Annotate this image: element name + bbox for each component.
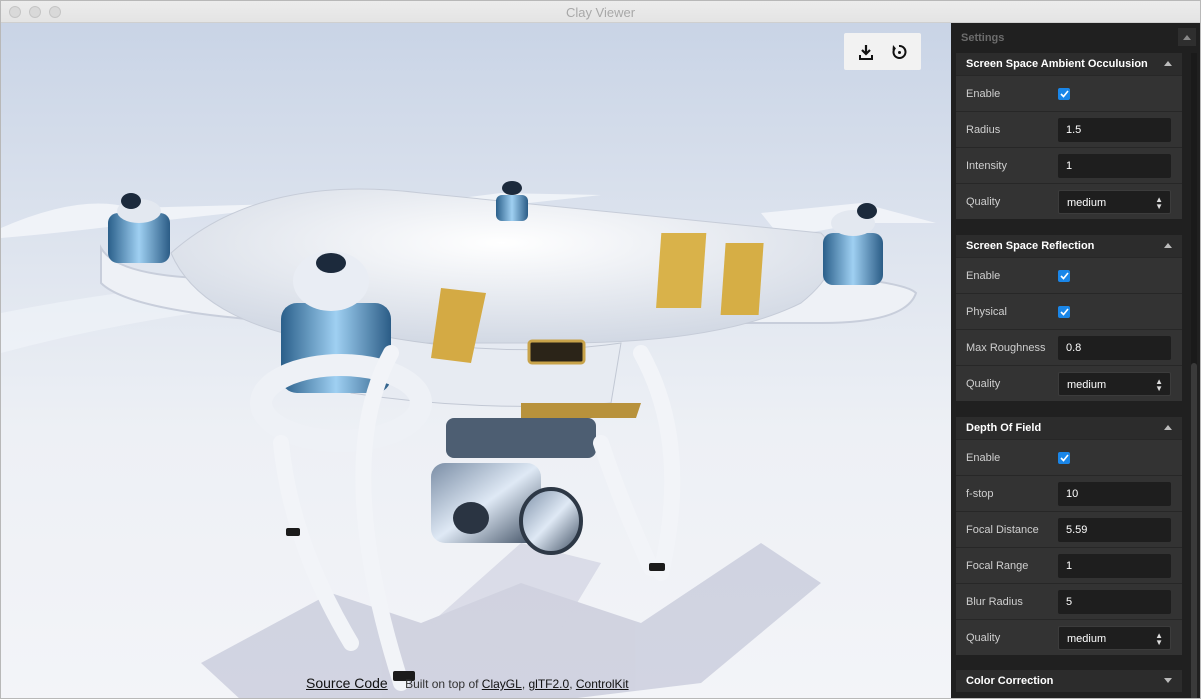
caret-down-icon: [1164, 678, 1172, 683]
select-arrows-icon: ▲ ▼: [1155, 377, 1163, 393]
ssr-roughness-label: Max Roughness: [966, 341, 1046, 354]
claygl-link[interactable]: ClayGL: [482, 677, 522, 691]
ssao-radius-label: Radius: [966, 123, 1001, 136]
ssao-radius-input[interactable]: 1.5: [1058, 118, 1171, 142]
ssr-group-header[interactable]: Screen Space Reflection: [956, 235, 1182, 257]
ssao-quality-select[interactable]: medium ▲ ▼: [1058, 190, 1171, 214]
ssao-quality-row: Quality medium ▲ ▼: [956, 183, 1182, 219]
ssao-enable-label: Enable: [966, 87, 1001, 100]
settings-header: Settings: [951, 23, 1200, 53]
dof-group-header[interactable]: Depth Of Field: [956, 417, 1182, 439]
dof-fstop-row: f-stop 10: [956, 475, 1182, 511]
reset-icon[interactable]: [887, 40, 911, 64]
footer-separator: ,: [569, 677, 573, 691]
dof-focal-distance-row: Focal Distance 5.59: [956, 511, 1182, 547]
ssr-quality-label: Quality: [966, 377, 1001, 390]
panel-scrollbar-thumb[interactable]: [1191, 363, 1197, 698]
select-arrows-icon: ▲ ▼: [1155, 195, 1163, 211]
ssao-enable-checkbox[interactable]: [1058, 88, 1070, 100]
caret-up-icon: [1164, 425, 1172, 430]
checkmark-icon: [1059, 308, 1069, 316]
ssao-intensity-input[interactable]: 1: [1058, 154, 1171, 178]
checkmark-icon: [1059, 454, 1069, 462]
drone-model-render: [1, 181, 936, 698]
ssr-roughness-input[interactable]: 0.8: [1058, 336, 1171, 360]
ssr-physical-row: Physical: [956, 293, 1182, 329]
ssao-radius-row: Radius 1.5: [956, 111, 1182, 147]
dof-quality-label: Quality: [966, 631, 1001, 644]
color-correction-title: Color Correction: [966, 675, 1054, 687]
ssao-group-header[interactable]: Screen Space Ambient Occulusion: [956, 53, 1182, 75]
dof-title: Depth Of Field: [966, 422, 1042, 434]
ssr-physical-checkbox[interactable]: [1058, 306, 1070, 318]
ssr-physical-label: Physical: [966, 305, 1007, 318]
dof-focal-range-input[interactable]: 1: [1058, 554, 1171, 578]
footer-separator: ,: [521, 677, 526, 691]
collapse-panel-button[interactable]: [1178, 28, 1196, 46]
built-on-text: Built on top of: [405, 677, 479, 691]
dof-quality-row: Quality medium ▲ ▼: [956, 619, 1182, 655]
ssr-quality-value: medium: [1067, 379, 1107, 391]
dof-enable-row: Enable: [956, 439, 1182, 475]
ssao-intensity-label: Intensity: [966, 159, 1007, 172]
dof-blur-radius-label: Blur Radius: [966, 595, 1023, 608]
caret-up-icon: [1164, 243, 1172, 248]
ssr-title: Screen Space Reflection: [966, 240, 1095, 252]
controlkit-link[interactable]: ControlKit: [576, 677, 629, 691]
gltf-link[interactable]: glTF2.0: [529, 677, 570, 691]
dof-enable-checkbox[interactable]: [1058, 452, 1070, 464]
ssr-quality-select[interactable]: medium ▲ ▼: [1058, 372, 1171, 396]
viewer-toolbar: [844, 33, 921, 70]
ssr-group: Screen Space Reflection Enable Physical …: [956, 235, 1182, 401]
dof-fstop-input[interactable]: 10: [1058, 482, 1171, 506]
title-bar: Clay Viewer: [1, 1, 1200, 23]
checkmark-icon: [1059, 90, 1069, 98]
dof-quality-select[interactable]: medium ▲ ▼: [1058, 626, 1171, 650]
app-window: Clay Viewer Source Code Built on top of …: [0, 0, 1201, 699]
ssr-enable-row: Enable: [956, 257, 1182, 293]
caret-up-icon: [1164, 61, 1172, 66]
select-arrows-icon: ▲ ▼: [1155, 631, 1163, 647]
chevron-up-icon: [1183, 35, 1191, 40]
dof-blur-radius-row: Blur Radius 5: [956, 583, 1182, 619]
dof-focal-range-row: Focal Range 1: [956, 547, 1182, 583]
dof-fstop-label: f-stop: [966, 487, 994, 500]
ssr-enable-checkbox[interactable]: [1058, 270, 1070, 282]
download-icon[interactable]: [854, 40, 878, 64]
source-code-link[interactable]: Source Code: [306, 675, 388, 691]
3d-viewport[interactable]: Source Code Built on top of ClayGL, glTF…: [1, 23, 951, 698]
footer-credits: Source Code Built on top of ClayGL, glTF…: [306, 675, 629, 691]
settings-title: Settings: [961, 32, 1005, 44]
dof-focal-distance-input[interactable]: 5.59: [1058, 518, 1171, 542]
dof-focal-range-label: Focal Range: [966, 559, 1029, 572]
color-correction-group: Color Correction: [956, 670, 1182, 692]
ssao-quality-value: medium: [1067, 197, 1107, 209]
dof-focal-distance-label: Focal Distance: [966, 523, 1039, 536]
settings-panel: Settings Screen Space Ambient Occulusion…: [951, 23, 1200, 698]
ssr-enable-label: Enable: [966, 269, 1001, 282]
ssr-roughness-row: Max Roughness 0.8: [956, 329, 1182, 365]
ssao-quality-label: Quality: [966, 195, 1001, 208]
ssao-intensity-row: Intensity 1: [956, 147, 1182, 183]
ssao-enable-row: Enable: [956, 75, 1182, 111]
dof-blur-radius-input[interactable]: 5: [1058, 590, 1171, 614]
ssao-title: Screen Space Ambient Occulusion: [966, 58, 1148, 70]
checkmark-icon: [1059, 272, 1069, 280]
ssao-group: Screen Space Ambient Occulusion Enable R…: [956, 53, 1182, 219]
ssr-quality-row: Quality medium ▲ ▼: [956, 365, 1182, 401]
dof-enable-label: Enable: [966, 451, 1001, 464]
dof-quality-value: medium: [1067, 633, 1107, 645]
dof-group: Depth Of Field Enable f-stop 10 Focal Di…: [956, 417, 1182, 655]
window-title: Clay Viewer: [565, 5, 636, 20]
color-correction-group-header[interactable]: Color Correction: [956, 670, 1182, 692]
